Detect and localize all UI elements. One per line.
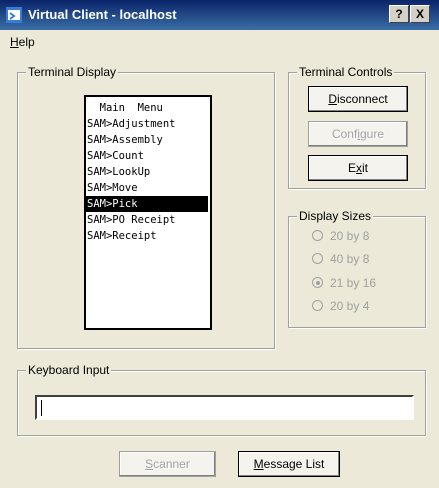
disconnect-mnemonic: D xyxy=(328,92,337,106)
terminal-menu-line[interactable]: SAM>Pick xyxy=(86,196,208,212)
disconnect-button[interactable]: Disconnect xyxy=(308,86,408,112)
message-list-mnemonic: M xyxy=(253,457,264,471)
terminal-display-label: Terminal Display xyxy=(26,65,119,79)
menu-help[interactable]: Help xyxy=(10,35,35,49)
menu-bar: Help xyxy=(0,30,439,54)
terminal-menu-line[interactable]: SAM>PO Receipt xyxy=(86,212,208,228)
terminal-menu-line[interactable]: SAM>Assembly xyxy=(86,132,208,148)
configure-button[interactable]: Configure xyxy=(308,121,408,147)
radio-20-by-8-indicator xyxy=(312,230,323,241)
disconnect-label-rest: isconnect xyxy=(336,92,388,106)
radio-21-by-16-label: 21 by 16 xyxy=(330,276,377,290)
terminal-menu-line[interactable]: SAM>Count xyxy=(86,148,208,164)
terminal-menu-line[interactable]: SAM>Receipt xyxy=(86,228,208,244)
scanner-button[interactable]: Scanner xyxy=(119,451,216,477)
keyboard-input-field[interactable] xyxy=(35,395,414,420)
terminal-menu-line[interactable]: SAM>Adjustment xyxy=(86,116,208,132)
radio-20-by-8-label: 20 by 8 xyxy=(330,229,370,243)
terminal-menu-line[interactable]: SAM>LookUp xyxy=(86,164,208,180)
window-title: Virtual Client - localhost xyxy=(28,7,177,22)
exit-button[interactable]: Exit xyxy=(308,155,408,181)
terminal-controls-label: Terminal Controls xyxy=(297,65,395,79)
radio-20-by-4-label: 20 by 4 xyxy=(330,299,370,313)
terminal-screen[interactable]: Main Menu SAM>Adjustment SAM>Assembly SAM>C… xyxy=(84,95,212,330)
keyboard-input-label: Keyboard Input xyxy=(26,363,112,377)
text-caret xyxy=(41,400,42,416)
radio-20-by-4-indicator xyxy=(312,300,323,311)
radio-40-by-8-indicator xyxy=(312,253,323,264)
terminal-menu-title: Main Menu xyxy=(87,102,163,114)
menu-help-rest: elp xyxy=(18,35,35,49)
scanner-mnemonic: S xyxy=(145,457,154,471)
exit-mnemonic: x xyxy=(356,161,362,175)
menu-help-mnemonic: H xyxy=(10,35,19,49)
message-list-button[interactable]: Message List xyxy=(238,451,340,477)
close-window-button[interactable]: X xyxy=(410,5,430,23)
terminal-menu-line[interactable]: SAM>Move xyxy=(86,180,208,196)
radio-40-by-8-label: 40 by 8 xyxy=(330,252,370,266)
title-bar[interactable]: Virtual Client - localhost ? X xyxy=(0,0,439,30)
configure-mnemonic: i xyxy=(357,127,360,141)
app-window-icon xyxy=(6,7,22,23)
radio-21-by-16-indicator xyxy=(312,277,323,288)
display-sizes-label: Display Sizes xyxy=(297,209,374,223)
help-title-button[interactable]: ? xyxy=(389,5,409,23)
